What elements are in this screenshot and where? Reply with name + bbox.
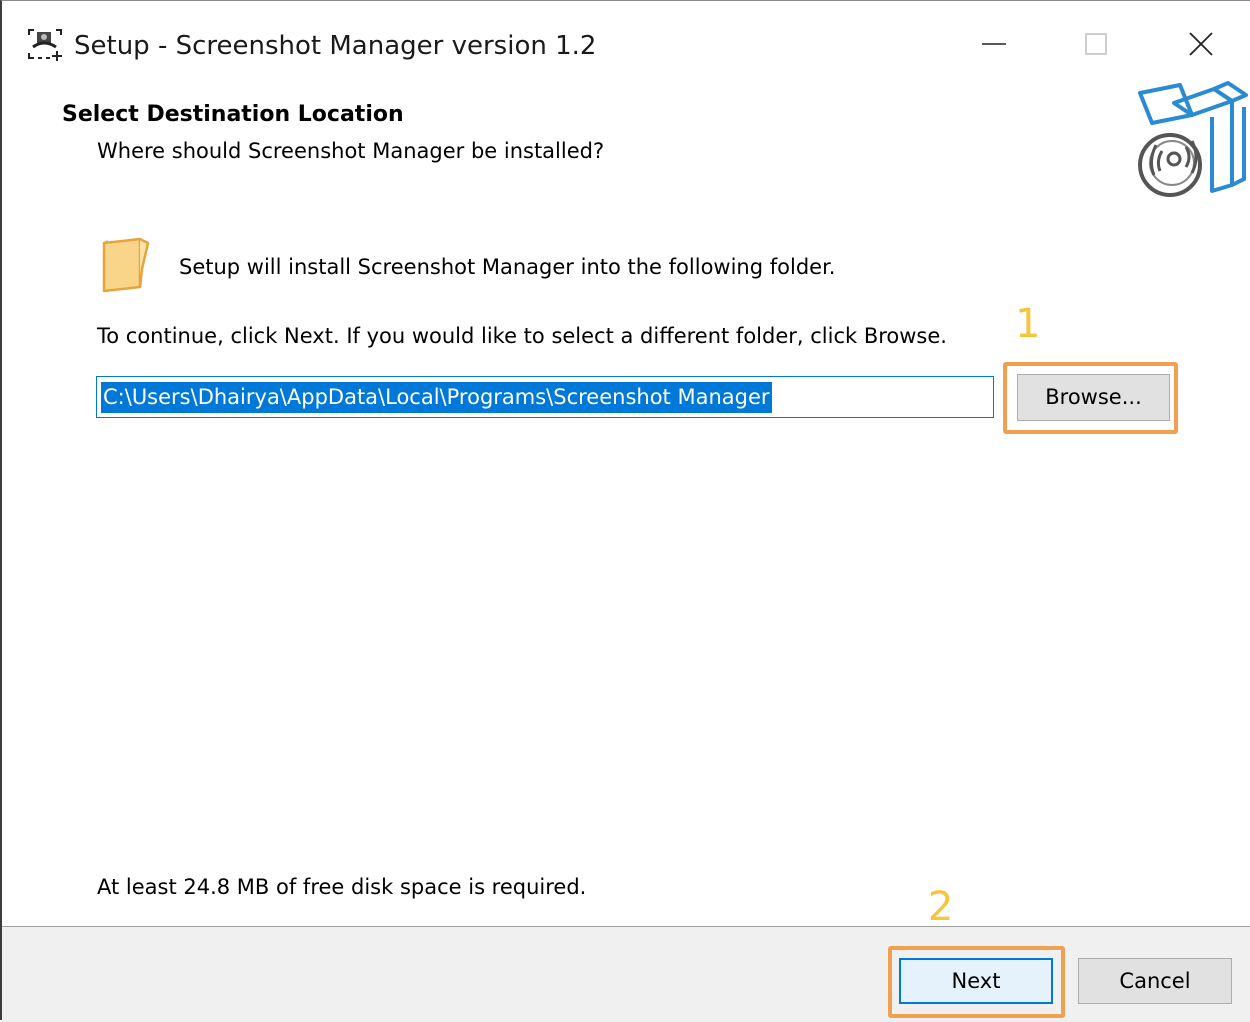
step-1-annotation-number: 1: [1015, 301, 1041, 347]
screenshot-app-icon: [26, 27, 64, 61]
install-info-text: Setup will install Screenshot Manager in…: [179, 255, 836, 279]
setup-window: Setup - Screenshot Manager version 1.2 S…: [0, 0, 1250, 1022]
folder-icon: [100, 237, 152, 295]
close-icon: [1189, 32, 1213, 56]
close-button[interactable]: [1170, 19, 1230, 69]
step-2-highlight-box: [888, 946, 1065, 1018]
title-bar[interactable]: Setup - Screenshot Manager version 1.2: [2, 1, 1250, 89]
disk-space-requirement: At least 24.8 MB of free disk space is r…: [97, 875, 587, 899]
cancel-button[interactable]: Cancel: [1078, 958, 1232, 1004]
step-1-highlight-box: [1003, 362, 1178, 434]
page-subtitle: Where should Screenshot Manager be insta…: [97, 139, 605, 163]
step-2-annotation-number: 2: [928, 884, 954, 930]
continue-instructions: To continue, click Next. If you would li…: [97, 324, 947, 348]
destination-path-value: C:\Users\Dhairya\AppData\Local\Programs\…: [101, 382, 772, 413]
maximize-button[interactable]: [1066, 19, 1126, 69]
page-title: Select Destination Location: [62, 102, 404, 127]
software-box-disc-icon: [1132, 81, 1248, 201]
minimize-icon: [982, 43, 1006, 45]
destination-path-input[interactable]: C:\Users\Dhairya\AppData\Local\Programs\…: [96, 376, 994, 418]
window-title: Setup - Screenshot Manager version 1.2: [74, 31, 597, 61]
minimize-button[interactable]: [964, 19, 1024, 69]
maximize-icon: [1085, 33, 1107, 55]
